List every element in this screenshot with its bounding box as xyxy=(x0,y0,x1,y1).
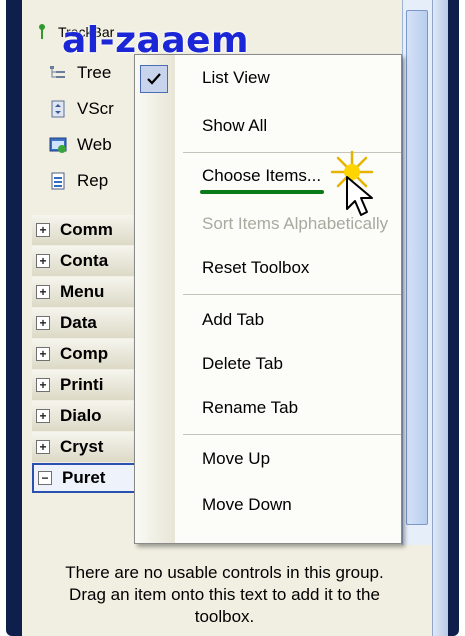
category-label: Data xyxy=(60,313,97,332)
collapse-icon: − xyxy=(38,471,52,485)
menu-item-label: Move Down xyxy=(202,495,292,514)
menu-item-reset-toolbox[interactable]: Reset Toolbox xyxy=(135,248,401,288)
expand-icon: + xyxy=(36,347,50,361)
menu-item-label: List View xyxy=(202,68,270,87)
expand-icon: + xyxy=(36,254,50,268)
category-label: Dialo xyxy=(60,406,102,425)
menu-item-label: Add Tab xyxy=(202,310,265,329)
menu-item-rename-tab[interactable]: Rename Tab xyxy=(135,388,401,428)
toolbox-item-label: VScr xyxy=(77,99,114,118)
toolbox-item-label: Web xyxy=(77,135,112,154)
expand-icon: + xyxy=(36,440,50,454)
menu-item-move-up[interactable]: Move Up xyxy=(135,439,401,479)
highlight-underline xyxy=(200,190,324,194)
menu-item-label: Show All xyxy=(202,116,268,135)
toolbox-scrollbar[interactable] xyxy=(402,0,432,545)
mouse-cursor-icon xyxy=(346,176,373,216)
empty-group-message: There are no usable controls in this gro… xyxy=(65,563,384,626)
context-menu: List View Show All Choose Items... Sort … xyxy=(134,54,402,544)
menu-item-label: Choose Items... xyxy=(202,166,322,185)
dock-strip xyxy=(432,0,448,636)
menu-item-label: Sort Items Alphabetically xyxy=(202,214,389,233)
category-label: Conta xyxy=(60,251,109,270)
reportviewer-icon xyxy=(49,172,67,190)
treeview-icon xyxy=(49,64,67,82)
category-label: Printi xyxy=(60,375,104,394)
checkmark-icon xyxy=(140,65,168,93)
menu-item-label: Delete Tab xyxy=(202,354,283,373)
expand-icon: + xyxy=(36,223,50,237)
toolbox-item-label: Rep xyxy=(77,171,109,190)
menu-item-delete-tab[interactable]: Delete Tab xyxy=(135,344,401,384)
menu-item-label: Move Up xyxy=(202,449,271,468)
expand-icon: + xyxy=(36,285,50,299)
expand-icon: + xyxy=(36,378,50,392)
menu-item-label: Rename Tab xyxy=(202,398,299,417)
menu-item-add-tab[interactable]: Add Tab xyxy=(135,300,401,340)
scrollbar-thumb[interactable] xyxy=(406,10,428,525)
category-label: Menu xyxy=(60,282,105,301)
category-label: Cryst xyxy=(60,437,104,456)
expand-icon: + xyxy=(36,316,50,330)
menu-item-label: Reset Toolbox xyxy=(202,258,310,277)
category-label: Comp xyxy=(60,344,109,363)
category-label: Puret xyxy=(62,468,106,487)
menu-item-list-view[interactable]: List View xyxy=(135,58,401,98)
menu-item-show-all[interactable]: Show All xyxy=(135,106,401,146)
menu-item-move-down[interactable]: Move Down xyxy=(135,485,401,525)
toolbox-item-label: Tree xyxy=(77,63,112,82)
expand-icon: + xyxy=(36,409,50,423)
menu-separator xyxy=(183,434,401,435)
vscrollbar-icon xyxy=(49,100,67,118)
category-label: Comm xyxy=(60,220,113,239)
menu-separator xyxy=(183,294,401,295)
trackbar-icon xyxy=(38,23,48,41)
webbrowser-icon xyxy=(49,136,67,154)
